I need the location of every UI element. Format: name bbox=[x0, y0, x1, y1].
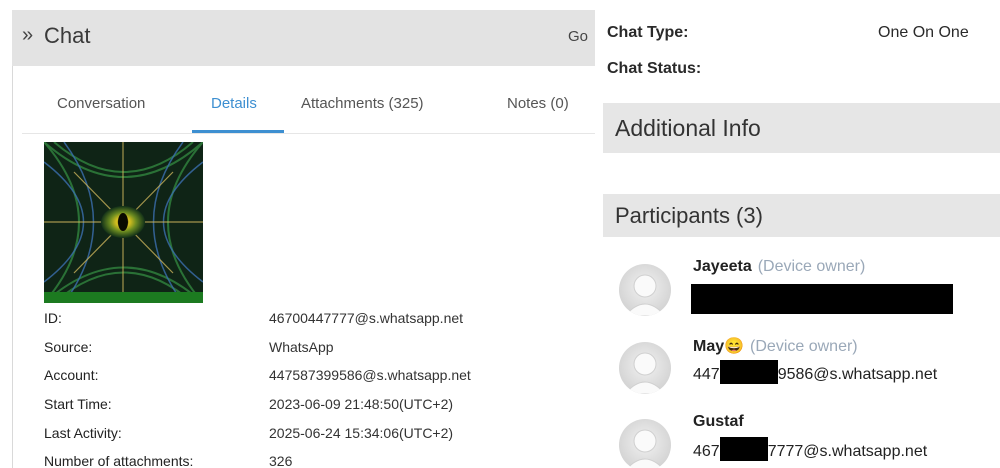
section-title: Additional Info bbox=[615, 115, 761, 141]
participant-id: 467 7777@s.whatsapp.net bbox=[693, 437, 927, 461]
active-tab-indicator bbox=[192, 130, 284, 133]
detail-label: Last Activity: bbox=[44, 425, 122, 441]
participant-item[interactable]: May😄 (Device owner) 447 9586@s.whatsapp.ne… bbox=[619, 336, 999, 400]
participant-item[interactable]: Gustaf 467 7777@s.whatsapp.net bbox=[619, 413, 999, 468]
detail-label: Number of attachments: bbox=[44, 453, 194, 468]
detail-label: Start Time: bbox=[44, 396, 112, 412]
participant-name: May😄 (Device owner) bbox=[693, 338, 858, 355]
participant-name: Jayeeta (Device owner) bbox=[693, 258, 866, 275]
user-silhouette-icon bbox=[619, 419, 671, 468]
additional-info-header[interactable]: Additional Info bbox=[603, 103, 1000, 153]
detail-value: 2023-06-09 21:48:50(UTC+2) bbox=[269, 396, 454, 412]
device-owner-tag: (Device owner) bbox=[757, 258, 866, 275]
detail-row-start-time: Start Time: 2023-06-09 21:48:50(UTC+2) bbox=[44, 396, 524, 420]
chat-header: » Chat Go bbox=[12, 10, 595, 66]
detail-row-account: Account: 447587399586@s.whatsapp.net bbox=[44, 367, 524, 391]
detail-row-id: ID: 46700447777@s.whatsapp.net bbox=[44, 310, 524, 334]
detail-value: 447587399586@s.whatsapp.net bbox=[269, 367, 471, 383]
detail-label: Source: bbox=[44, 339, 93, 355]
tab-attachments[interactable]: Attachments (325) bbox=[301, 95, 424, 112]
user-silhouette-icon bbox=[619, 342, 671, 394]
participant-name: Gustaf bbox=[693, 413, 744, 430]
double-chevron-right-icon[interactable]: » bbox=[22, 24, 33, 47]
participant-id: 447 9586@s.whatsapp.net bbox=[693, 360, 937, 384]
redaction-block bbox=[719, 360, 778, 384]
detail-value: WhatsApp bbox=[269, 339, 334, 355]
detail-value: 2025-06-24 15:34:06(UTC+2) bbox=[269, 425, 454, 441]
chat-status-label: Chat Status: bbox=[607, 60, 702, 77]
tab-notes[interactable]: Notes (0) bbox=[507, 95, 569, 112]
detail-row-attachments: Number of attachments: 326 bbox=[44, 453, 524, 468]
redaction-block bbox=[691, 284, 953, 314]
tab-conversation[interactable]: Conversation bbox=[57, 95, 145, 112]
chat-avatar-image bbox=[44, 142, 203, 303]
detail-row-last-activity: Last Activity: 2025-06-24 15:34:06(UTC+2… bbox=[44, 425, 524, 449]
device-owner-tag: (Device owner) bbox=[750, 338, 858, 355]
section-title: Participants (3) bbox=[615, 203, 763, 228]
go-link[interactable]: Go bbox=[568, 28, 588, 45]
chat-type-value: One On One bbox=[878, 24, 969, 41]
chat-title: Chat bbox=[44, 23, 91, 48]
detail-value: 46700447777@s.whatsapp.net bbox=[269, 310, 464, 326]
participants-header[interactable]: Participants (3) bbox=[603, 194, 1000, 237]
detail-row-source: Source: WhatsApp bbox=[44, 339, 524, 363]
tab-bar: Conversation Details Attachments (325) N… bbox=[22, 80, 595, 134]
detail-label: Account: bbox=[44, 367, 99, 383]
user-silhouette-icon bbox=[619, 264, 671, 316]
chat-info-panel: Chat Type: One On One Chat Status: Addit… bbox=[595, 0, 1000, 468]
detail-label: ID: bbox=[44, 310, 62, 326]
redaction-block bbox=[719, 437, 768, 461]
tab-details[interactable]: Details bbox=[211, 95, 257, 112]
chat-type-label: Chat Type: bbox=[607, 24, 689, 41]
participant-item[interactable]: Jayeeta (Device owner) bbox=[619, 258, 999, 322]
detail-value: 326 bbox=[269, 453, 293, 468]
chat-details-panel: » Chat Go Conversation Details Attachmen… bbox=[0, 0, 595, 468]
